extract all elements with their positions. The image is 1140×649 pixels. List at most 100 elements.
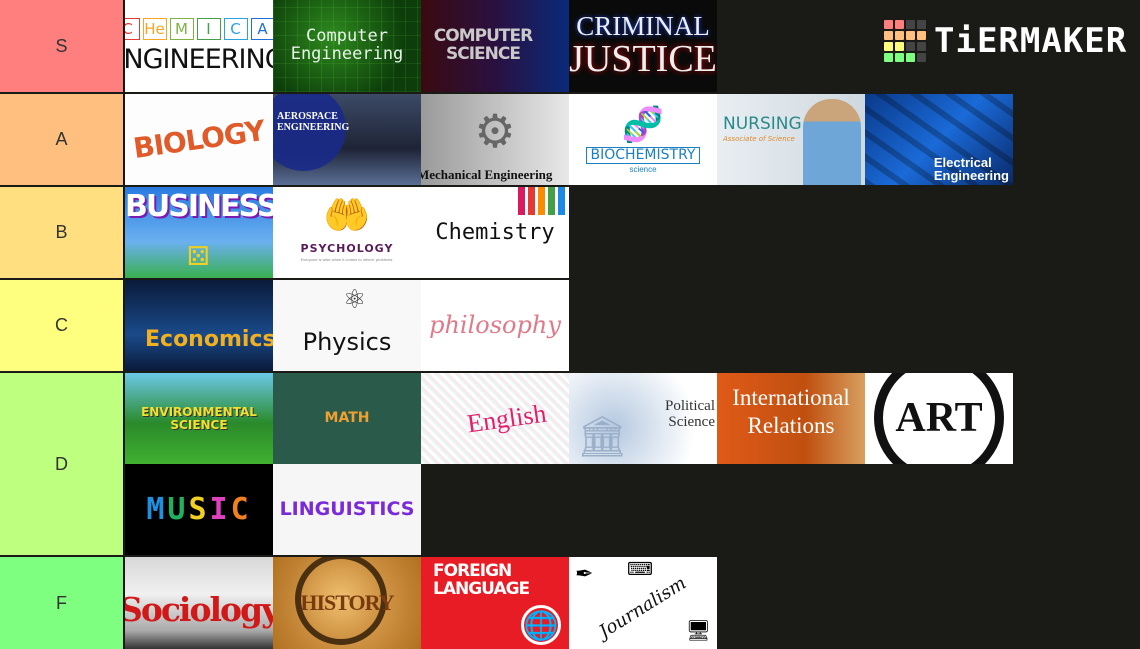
tier-item-english[interactable]: English <box>421 373 569 464</box>
item-caption: Economics <box>145 326 273 352</box>
tier-item-criminal-justice[interactable]: CRIMINAL JUSTICE <box>569 0 717 92</box>
tier-item-foreign-language[interactable]: FOREIGN LANGUAGE 🌐 <box>421 557 569 649</box>
item-caption: BIOCHEMISTRY <box>585 146 701 164</box>
tier-label-text: C <box>55 315 68 335</box>
atom-icon: ⚛ <box>343 284 367 314</box>
logo-text: TiERMAKER <box>934 21 1128 61</box>
tier-item-computer-engineering[interactable]: Computer Engineering <box>273 0 421 92</box>
tier-row-a: A BIOLOGY AEROSPACE ENGINEERING ⚙ Mechani… <box>0 94 1140 185</box>
tier-item-sociology[interactable]: Sociology <box>125 557 273 649</box>
tier-item-art[interactable]: ART <box>865 373 1013 464</box>
tier-items-b: BUSINESS ⚄ 🤲 PSYCHOLOGY Everyone is wise… <box>124 187 1140 278</box>
tier-item-computer-science[interactable]: COMPUTER SCIENCE <box>421 0 569 92</box>
tier-label-b[interactable]: B <box>0 187 124 278</box>
item-caption: NURSING Associate of Science <box>723 114 802 143</box>
tier-item-environmental-science[interactable]: ENVIRONMENTAL SCIENCE <box>125 373 273 464</box>
item-subcaption: Everyone is wise when it comes to others… <box>300 256 394 262</box>
logo-grid-cell <box>895 31 904 40</box>
tier-label-f[interactable]: F <box>0 557 124 649</box>
logo-grid-cell <box>895 42 904 51</box>
element-tile: I <box>196 17 221 40</box>
tier-board: S C He M I C A NGINEERING Computer Engine… <box>0 0 1140 649</box>
globe-icon: 🌐 <box>521 605 561 645</box>
tiermaker-logo: TiERMAKER <box>884 20 1127 62</box>
tier-item-aerospace-engineering[interactable]: AEROSPACE ENGINEERING <box>273 94 421 185</box>
tier-item-biochemistry[interactable]: 🧬 BIOCHEMISTRY science <box>569 94 717 185</box>
tier-label-text: B <box>55 222 68 242</box>
item-caption: MATH <box>324 410 370 427</box>
item-caption: PSYCHOLOGY <box>300 242 394 256</box>
logo-grid-cell <box>884 31 893 40</box>
element-tile: M <box>169 17 194 40</box>
logo-grid-cell <box>917 53 926 62</box>
tier-row-f: F Sociology HISTORY FOREIGN LANGUAGE 🌐 ✒ … <box>0 557 1140 649</box>
logo-grid-cell <box>895 53 904 62</box>
tier-item-history[interactable]: HISTORY <box>273 557 421 649</box>
tier-item-music[interactable]: MUSIC <box>125 464 273 555</box>
element-tile: C <box>125 17 140 40</box>
tier-label-text: S <box>55 35 68 56</box>
item-caption: ENVIRONMENTAL SCIENCE <box>141 404 257 432</box>
tier-item-physics[interactable]: ⚛ Physics <box>273 280 421 371</box>
dna-icon: 🧬 <box>621 105 665 144</box>
logo-grid-cell <box>884 42 893 51</box>
logo-grid-icon <box>884 20 926 62</box>
logo-grid-cell <box>917 42 926 51</box>
item-caption: HISTORY <box>300 590 394 616</box>
tier-items-f: Sociology HISTORY FOREIGN LANGUAGE 🌐 ✒ ⌨ … <box>124 557 1140 649</box>
logo-grid-cell <box>906 31 915 40</box>
tier-row-d: D ENVIRONMENTAL SCIENCE MATH English 🏛 Po… <box>0 373 1140 555</box>
tier-items-c: Economics ⚛ Physics philosophy <box>124 280 1140 371</box>
item-caption: COMPUTER SCIENCE <box>433 26 533 64</box>
tier-item-math[interactable]: MATH <box>273 373 421 464</box>
item-caption: Electrical Engineering <box>933 154 1009 184</box>
typewriter-icon: ⌨ <box>627 559 653 579</box>
item-caption: International Relations <box>732 384 850 438</box>
item-caption: BIOLOGY <box>131 113 267 165</box>
item-caption: FOREIGN LANGUAGE <box>433 561 530 599</box>
logo-grid-cell <box>906 42 915 51</box>
tier-item-linguistics[interactable]: LINGUISTICS <box>273 464 421 555</box>
logo-grid-cell <box>895 20 904 29</box>
tier-item-chemistry[interactable]: Chemistry <box>421 187 569 278</box>
tier-item-business[interactable]: BUSINESS ⚄ <box>125 187 273 278</box>
logo-grid-cell <box>906 53 915 62</box>
tier-item-international-relations[interactable]: International Relations <box>717 373 865 464</box>
item-caption: Political Science <box>665 398 715 430</box>
tier-item-journalism[interactable]: ✒ ⌨ 🖥 Journalism <box>569 557 717 649</box>
item-caption: BUSINESS <box>125 189 273 224</box>
tier-item-mechanical-engineering[interactable]: ⚙ Mechanical Engineering <box>421 94 569 185</box>
tier-row-c: C Economics ⚛ Physics philosophy <box>0 280 1140 371</box>
tier-label-a[interactable]: A <box>0 94 124 185</box>
element-tile: A <box>250 17 273 40</box>
tier-label-d[interactable]: D <box>0 373 124 555</box>
element-tile: He <box>142 17 167 40</box>
tier-label-s[interactable]: S <box>0 0 124 92</box>
item-caption: Journalism <box>595 572 690 643</box>
tier-label-c[interactable]: C <box>0 280 124 371</box>
item-caption: Sociology <box>125 590 273 629</box>
item-caption: LINGUISTICS <box>279 497 415 520</box>
tier-item-philosophy[interactable]: philosophy <box>421 280 569 371</box>
gears-icon: ⚙ <box>474 104 516 157</box>
tier-item-psychology[interactable]: 🤲 PSYCHOLOGY Everyone is wise when it co… <box>273 187 421 278</box>
periodic-elements: C He M I C A <box>125 17 273 40</box>
tier-item-political-science[interactable]: 🏛 Political Science <box>569 373 717 464</box>
tier-item-economics[interactable]: Economics <box>125 280 273 371</box>
logo-grid-cell <box>906 20 915 29</box>
quill-icon: ✒ <box>575 561 594 586</box>
logo-grid-cell <box>884 20 893 29</box>
item-caption: ART <box>895 395 983 442</box>
item-caption: Computer Engineering <box>290 26 404 64</box>
logo-grid-cell <box>917 31 926 40</box>
tier-label-text: F <box>56 592 67 613</box>
nurse-figure <box>803 99 861 185</box>
tier-item-chemical-engineering[interactable]: C He M I C A NGINEERING <box>125 0 273 92</box>
tier-item-nursing[interactable]: NURSING Associate of Science <box>717 94 865 185</box>
test-tubes <box>518 187 565 215</box>
logo-grid-cell <box>884 53 893 62</box>
tier-item-electrical-engineering[interactable]: Electrical Engineering <box>865 94 1013 185</box>
hands-brain-icon: 🤲 <box>323 195 371 238</box>
tier-item-biology[interactable]: BIOLOGY <box>125 94 273 185</box>
item-caption: AEROSPACE ENGINEERING <box>277 111 350 133</box>
